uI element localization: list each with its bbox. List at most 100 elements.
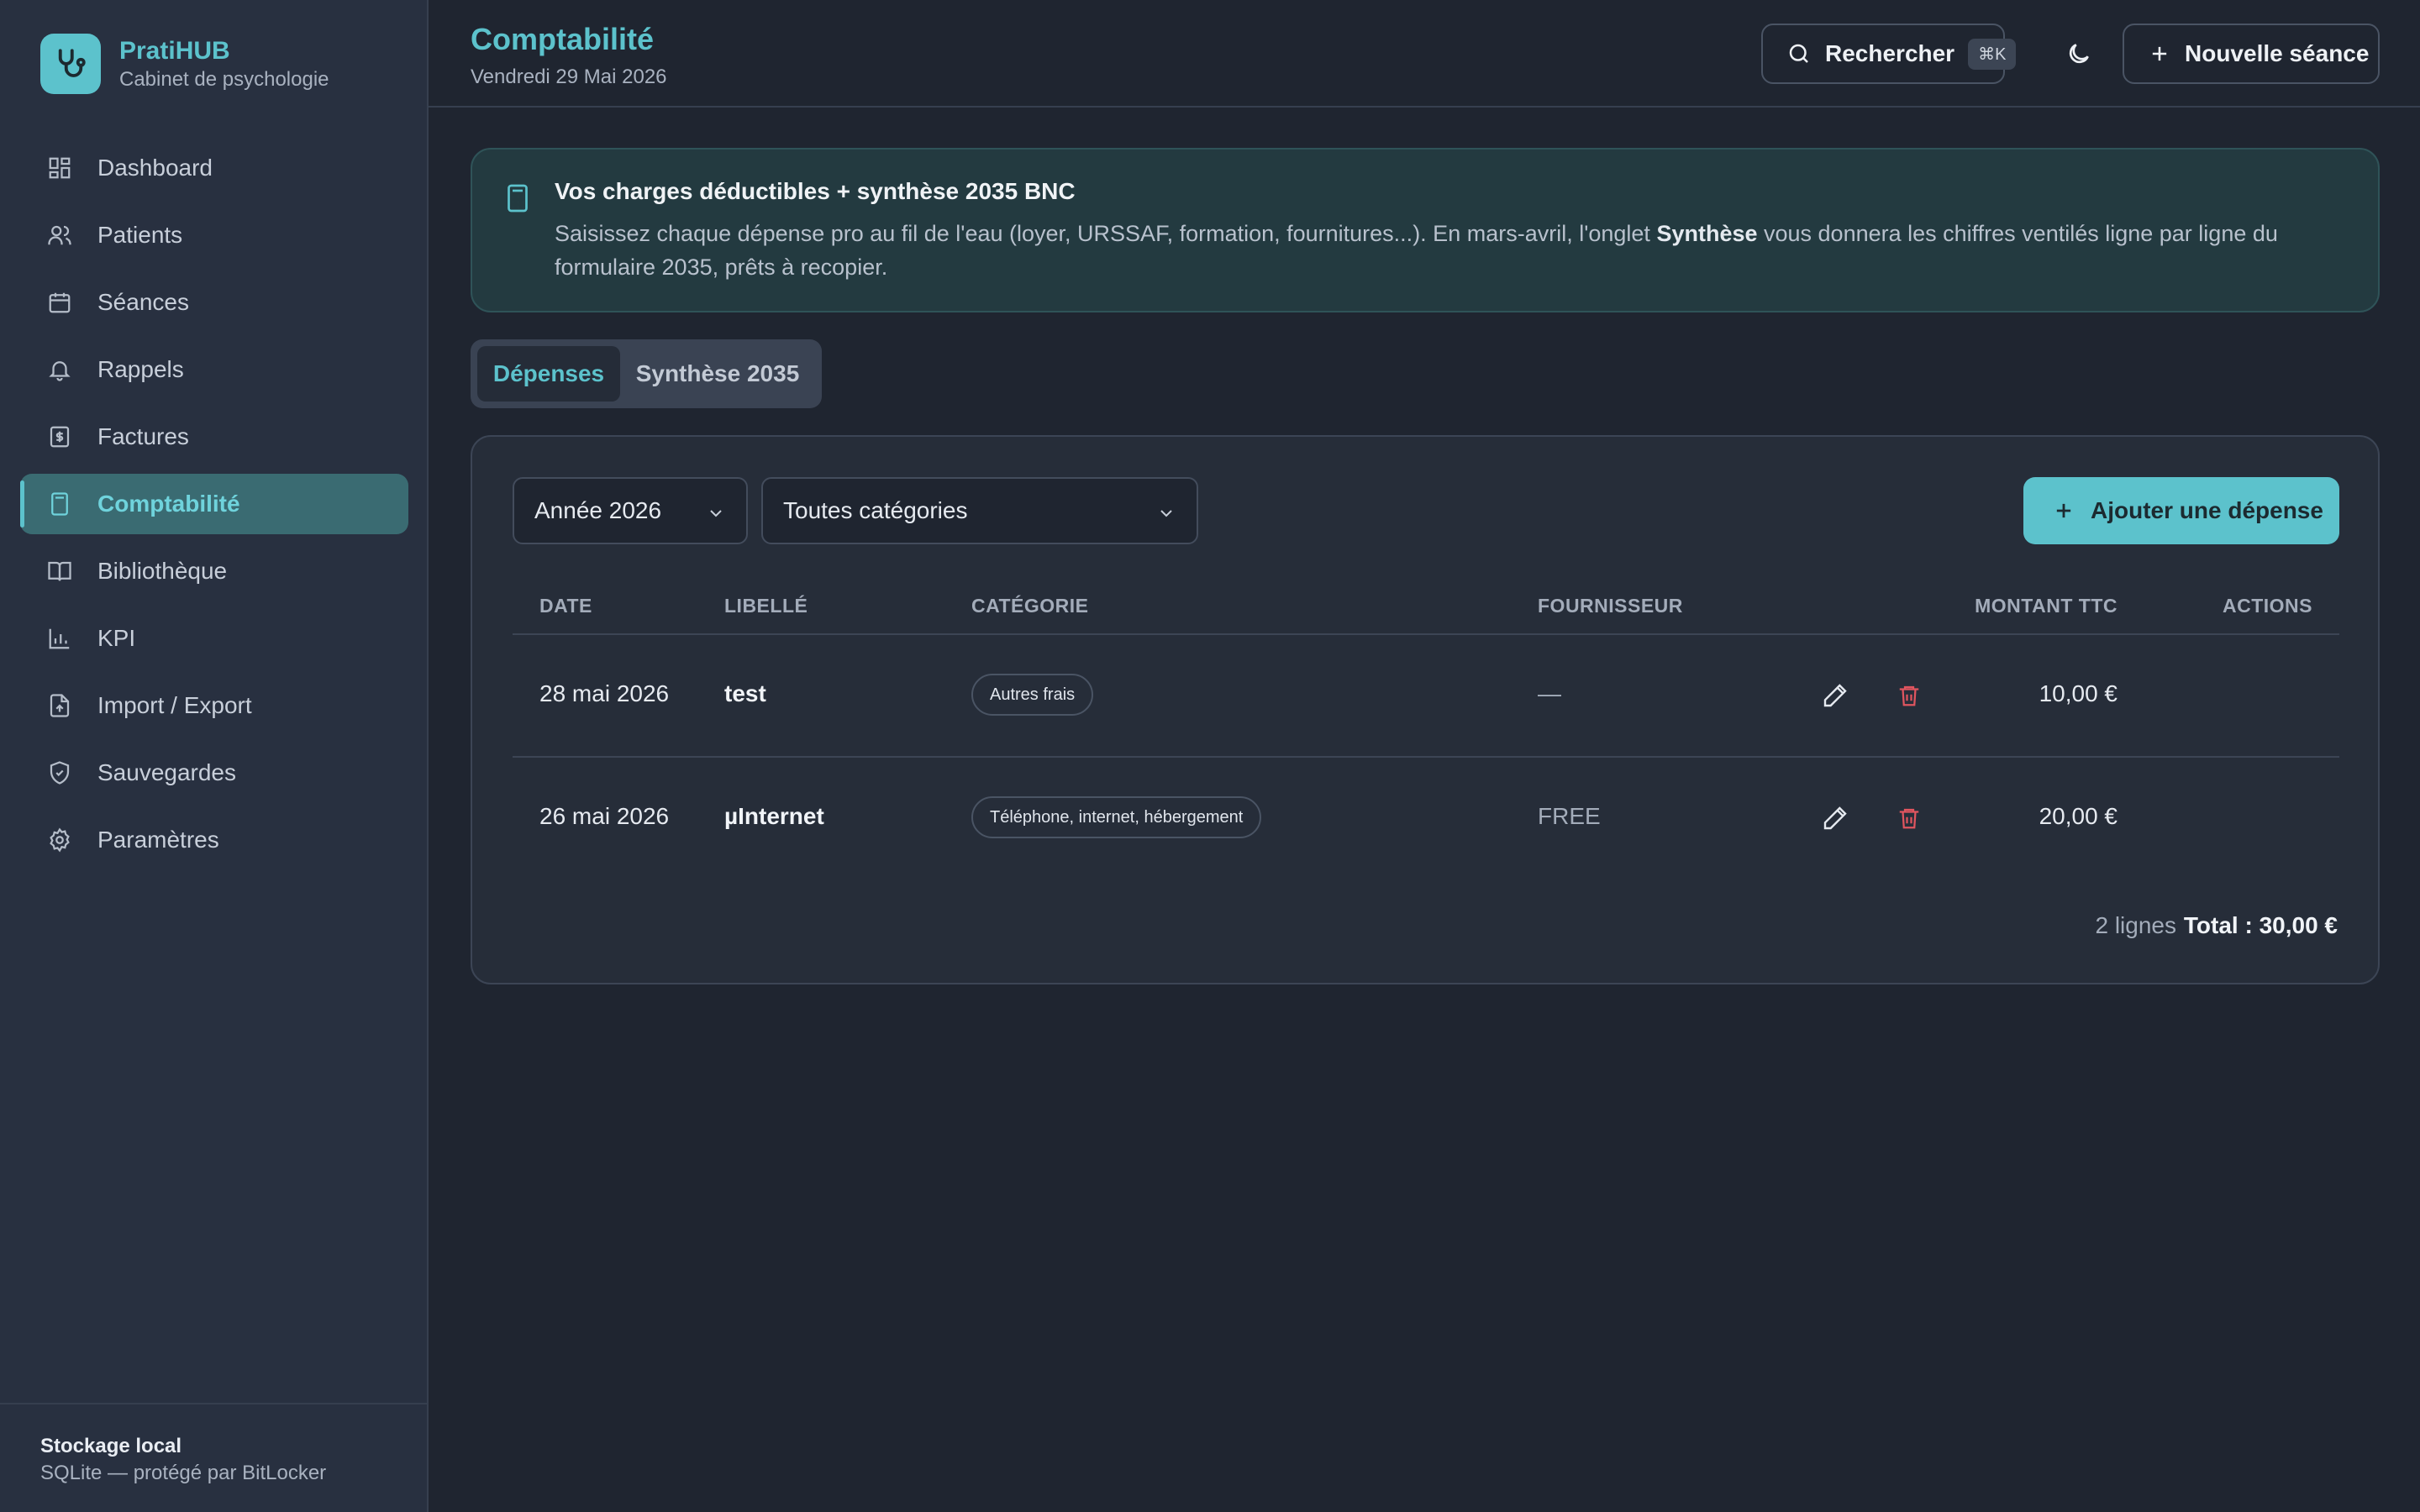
sidebar-item-label: KPI bbox=[97, 625, 136, 651]
sidebar-item-label: Comptabilité bbox=[97, 491, 240, 517]
sidebar-item-import-export[interactable]: Import / Export bbox=[20, 675, 408, 736]
sidebar-item-label: Rappels bbox=[97, 356, 184, 382]
sidebar-item-label: Paramètres bbox=[97, 827, 219, 853]
stethoscope-icon bbox=[40, 34, 101, 94]
column-header-categorie[interactable]: CATÉGORIE bbox=[971, 595, 1089, 617]
trash-icon bbox=[1899, 808, 1919, 829]
brand[interactable]: PratiHUB Cabinet de psychologie bbox=[40, 34, 329, 94]
sidebar-item-label: Factures bbox=[97, 423, 189, 449]
add-expense-button[interactable]: Ajouter une dépense bbox=[2023, 477, 2339, 544]
theme-toggle-button[interactable] bbox=[2062, 37, 2096, 71]
row-date: 28 mai 2026 bbox=[539, 680, 670, 706]
row-label: µInternet bbox=[724, 803, 824, 829]
row-amount: 20,00 € bbox=[2039, 803, 2118, 829]
pencil-icon bbox=[1823, 684, 1847, 707]
sidebar-item-patients[interactable]: Patients bbox=[20, 205, 408, 265]
sidebar-item-parametres[interactable]: Paramètres bbox=[20, 810, 408, 870]
chevron-down-icon bbox=[1156, 502, 1176, 529]
category-badge: Téléphone, internet, hébergement bbox=[971, 796, 1262, 838]
calculator-icon bbox=[45, 490, 74, 518]
delete-button[interactable] bbox=[1892, 679, 1926, 712]
sidebar-item-bibliotheque[interactable]: Bibliothèque bbox=[20, 541, 408, 601]
plus-icon bbox=[2052, 499, 2075, 522]
sidebar-item-rappels[interactable]: Rappels bbox=[20, 339, 408, 400]
dashboard-icon bbox=[45, 154, 74, 182]
banner-text: Saisissez chaque dépense pro au fil de l… bbox=[555, 217, 2336, 284]
users-icon bbox=[45, 221, 74, 249]
shield-icon bbox=[45, 759, 74, 787]
banner-text-bold: Synthèse bbox=[1656, 221, 1758, 246]
sidebar-item-label: Sauvegardes bbox=[97, 759, 237, 785]
sidebar-item-factures[interactable]: Factures bbox=[20, 407, 408, 467]
column-header-fournisseur[interactable]: FOURNISSEUR bbox=[1538, 595, 1683, 617]
banner-title: Vos charges déductibles + synthèse 2035 … bbox=[555, 178, 1076, 204]
table-row[interactable]: 26 mai 2026 µInternet Téléphone, interne… bbox=[513, 758, 2339, 880]
search-button[interactable]: Rechercher ⌘K bbox=[1761, 24, 2017, 84]
add-expense-label: Ajouter une dépense bbox=[2091, 497, 2323, 523]
sidebar-item-sauvegardes[interactable]: Sauvegardes bbox=[20, 743, 408, 803]
total-amount: Total : 30,00 € bbox=[2183, 912, 2338, 938]
sidebar-nav: Dashboard Patients Séances Rappels Factu… bbox=[20, 138, 408, 877]
storage-info: Stockage local SQLite — protégé par BitL… bbox=[0, 1403, 427, 1512]
sidebar-item-label: Séances bbox=[97, 289, 189, 315]
info-banner: Vos charges déductibles + synthèse 2035 … bbox=[471, 148, 2380, 312]
column-header-actions: ACTIONS bbox=[2223, 595, 2312, 617]
calendar-icon bbox=[45, 288, 74, 317]
sidebar-item-label: Patients bbox=[97, 222, 183, 248]
page-title: Comptabilité bbox=[471, 22, 655, 56]
top-header: Comptabilité Vendredi 29 Mai 2026 Recher… bbox=[429, 0, 2420, 108]
year-select[interactable]: Année 2026 bbox=[513, 477, 748, 544]
sidebar-item-label: Bibliothèque bbox=[97, 558, 228, 584]
sidebar-item-dashboard[interactable]: Dashboard bbox=[20, 138, 408, 198]
sidebar: PratiHUB Cabinet de psychologie Dashboar… bbox=[0, 0, 429, 1512]
year-select-value: Année 2026 bbox=[534, 497, 662, 523]
row-label: test bbox=[724, 680, 766, 706]
search-icon bbox=[1786, 41, 1812, 66]
trash-icon bbox=[1899, 685, 1919, 706]
new-session-label: Nouvelle séance bbox=[2185, 40, 2370, 66]
tab-synthese-2035[interactable]: Synthèse 2035 bbox=[620, 346, 815, 402]
sidebar-item-kpi[interactable]: KPI bbox=[20, 608, 408, 669]
banner-text-before: Saisissez chaque dépense pro au fil de l… bbox=[555, 221, 1657, 246]
search-shortcut: ⌘K bbox=[1968, 38, 2017, 70]
row-amount: 10,00 € bbox=[2039, 680, 2118, 706]
table-header: DATE LIBELLÉ CATÉGORIE FOURNISSEUR MONTA… bbox=[513, 576, 2339, 635]
column-header-date[interactable]: DATE bbox=[539, 595, 592, 617]
column-header-libelle[interactable]: LIBELLÉ bbox=[724, 595, 808, 617]
sidebar-item-label: Dashboard bbox=[97, 155, 213, 181]
calculator-icon bbox=[502, 181, 533, 219]
new-session-button[interactable]: Nouvelle séance bbox=[2123, 24, 2380, 84]
row-date: 26 mai 2026 bbox=[539, 803, 670, 829]
sidebar-item-label: Import / Export bbox=[97, 692, 252, 718]
bar-chart-icon bbox=[45, 624, 74, 653]
edit-button[interactable] bbox=[1818, 679, 1852, 712]
row-supplier: FREE bbox=[1538, 803, 1601, 829]
edit-button[interactable] bbox=[1818, 801, 1852, 835]
pencil-icon bbox=[1823, 806, 1847, 830]
invoice-icon bbox=[45, 423, 74, 451]
brand-subtitle: Cabinet de psychologie bbox=[119, 68, 329, 91]
category-badge: Autres frais bbox=[971, 674, 1094, 716]
bell-icon bbox=[45, 355, 74, 384]
tab-bar: Dépenses Synthèse 2035 bbox=[471, 339, 822, 408]
plus-icon bbox=[2148, 42, 2171, 66]
page-date: Vendredi 29 Mai 2026 bbox=[471, 66, 667, 88]
delete-button[interactable] bbox=[1892, 801, 1926, 835]
row-supplier: — bbox=[1538, 680, 1561, 706]
column-header-montant[interactable]: MONTANT TTC bbox=[1975, 595, 2118, 617]
sidebar-item-comptabilite[interactable]: Comptabilité bbox=[20, 474, 408, 534]
book-icon bbox=[45, 557, 74, 585]
row-count: 2 lignes bbox=[2095, 912, 2176, 938]
gear-icon bbox=[45, 826, 74, 854]
table-row[interactable]: 28 mai 2026 test Autres frais — 10,00 € bbox=[513, 635, 2339, 758]
sidebar-item-seances[interactable]: Séances bbox=[20, 272, 408, 333]
expenses-card: Année 2026 Toutes catégories Ajouter une… bbox=[471, 435, 2380, 984]
category-select-value: Toutes catégories bbox=[783, 497, 968, 523]
chevron-down-icon bbox=[706, 502, 726, 529]
storage-subtitle: SQLite — protégé par BitLocker bbox=[40, 1462, 327, 1484]
category-select[interactable]: Toutes catégories bbox=[761, 477, 1198, 544]
tab-depenses[interactable]: Dépenses bbox=[477, 346, 620, 402]
moon-icon bbox=[2065, 40, 2092, 67]
storage-title: Stockage local bbox=[40, 1435, 182, 1457]
file-export-icon bbox=[45, 691, 74, 720]
